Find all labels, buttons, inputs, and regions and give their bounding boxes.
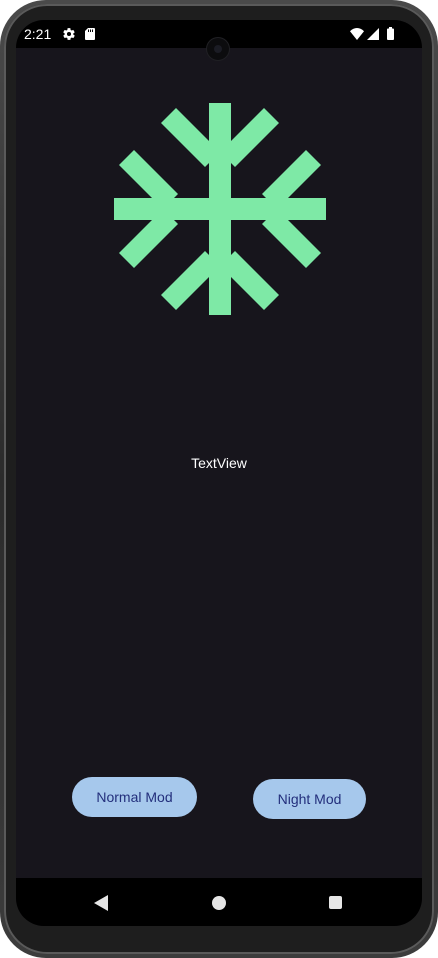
- recents-icon[interactable]: [329, 896, 342, 909]
- signal-icon: [367, 28, 379, 40]
- back-icon[interactable]: [94, 895, 108, 911]
- text-view: TextView: [191, 455, 247, 471]
- status-time: 2:21: [24, 26, 52, 42]
- sd-card-icon: [85, 28, 95, 40]
- camera-lens: [214, 45, 222, 53]
- battery-icon: [387, 27, 394, 40]
- normal-mode-button[interactable]: Normal Mod: [72, 777, 197, 817]
- app-screen: 2:21 TextView Normal Mod Night Mod: [16, 20, 422, 926]
- snowflake-icon: [114, 103, 326, 315]
- night-mode-button[interactable]: Night Mod: [253, 779, 366, 819]
- front-camera: [207, 38, 229, 60]
- wifi-icon: [350, 28, 364, 40]
- gear-icon: [63, 28, 75, 40]
- navigation-bar: [16, 878, 422, 926]
- home-icon[interactable]: [212, 896, 226, 910]
